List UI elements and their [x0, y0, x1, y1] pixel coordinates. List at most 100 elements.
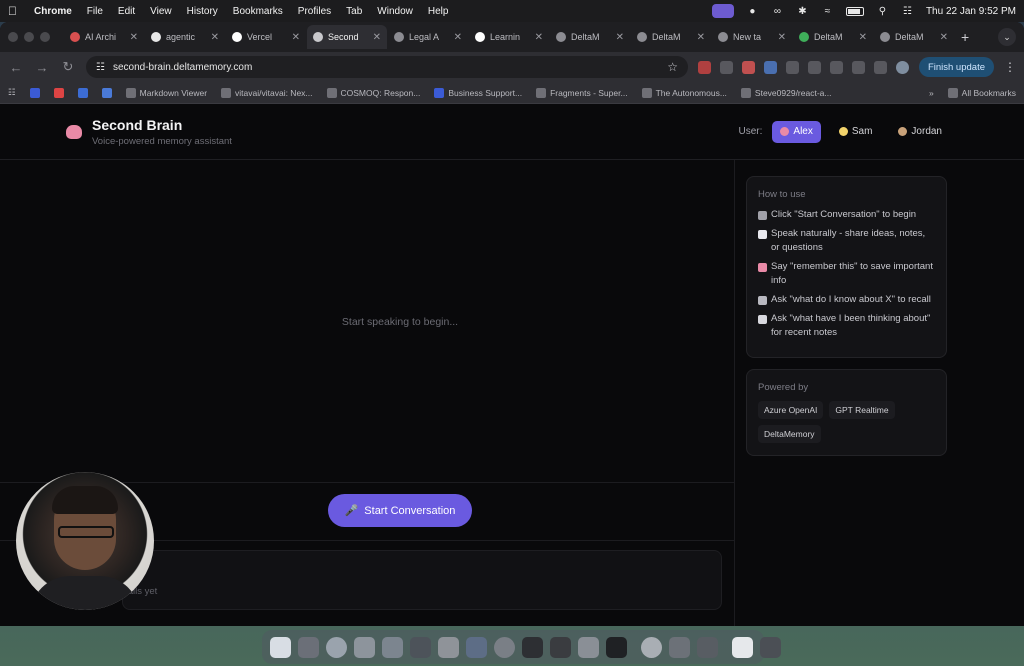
launchpad-icon[interactable]: [298, 636, 319, 658]
browser-tab[interactable]: Legal A ✕: [388, 25, 468, 49]
battery-icon[interactable]: [845, 6, 864, 16]
close-tab-icon[interactable]: ✕: [859, 32, 867, 43]
menu-edit[interactable]: Edit: [118, 6, 135, 17]
apps-grid-icon[interactable]: ☷: [8, 87, 16, 98]
user-button-jordan[interactable]: Jordan: [890, 121, 950, 143]
notes-icon[interactable]: [438, 636, 459, 658]
chrome-icon[interactable]: [641, 636, 662, 658]
browser-tab[interactable]: agentic ✕: [145, 25, 225, 49]
bookmark-item[interactable]: COSMOQ: Respon...: [326, 87, 420, 98]
safari-icon[interactable]: [326, 636, 347, 658]
back-icon[interactable]: ←: [8, 60, 24, 75]
more-bookmarks-icon[interactable]: »: [929, 88, 934, 98]
messages-icon[interactable]: [354, 636, 375, 658]
close-tab-icon[interactable]: ✕: [373, 32, 381, 43]
start-conversation-button[interactable]: 🎤 Start Conversation: [328, 494, 472, 527]
tab-search-icon[interactable]: ⌄: [998, 28, 1016, 46]
site-info-icon[interactable]: ☷: [96, 62, 105, 73]
browser-tab[interactable]: New ta ✕: [712, 25, 792, 49]
extension-icon[interactable]: [785, 60, 799, 74]
user-button-sam[interactable]: Sam: [831, 121, 881, 143]
close-tab-icon[interactable]: ✕: [292, 32, 300, 43]
extensions-puzzle-icon[interactable]: [873, 60, 887, 74]
bookmark-item[interactable]: Steve0929/react-a...: [740, 87, 831, 98]
spotlight-search-icon[interactable]: ⚲: [876, 6, 889, 17]
bookmark-gmail[interactable]: [53, 87, 64, 98]
close-tab-icon[interactable]: ✕: [697, 32, 705, 43]
browser-tab[interactable]: DeltaM ✕: [793, 25, 873, 49]
bluetooth-icon[interactable]: ✱: [796, 6, 809, 17]
bookmark-item[interactable]: Markdown Viewer: [125, 87, 207, 98]
close-tab-icon[interactable]: ✕: [211, 32, 219, 43]
menu-tab[interactable]: Tab: [346, 6, 362, 17]
reload-icon[interactable]: ↻: [60, 59, 76, 75]
profile-avatar-icon[interactable]: [895, 60, 909, 74]
settings-icon[interactable]: [494, 636, 515, 658]
extension-icon[interactable]: [807, 60, 821, 74]
menu-window[interactable]: Window: [377, 6, 413, 17]
url-text[interactable]: second-brain.deltamemory.com: [113, 62, 659, 73]
close-tab-icon[interactable]: ✕: [130, 32, 138, 43]
extension-icon[interactable]: [741, 60, 755, 74]
control-center-icon[interactable]: ☷: [901, 6, 914, 17]
screen-recording-icon[interactable]: [711, 4, 734, 18]
apple-menu-icon[interactable]: : [8, 5, 20, 17]
bookmark-item[interactable]: Fragments - Super...: [536, 87, 628, 98]
bookmark-facebook[interactable]: [29, 87, 40, 98]
browser-tab[interactable]: AI Archi ✕: [64, 25, 144, 49]
menu-bookmarks[interactable]: Bookmarks: [233, 6, 283, 17]
trash-icon[interactable]: [760, 636, 781, 658]
close-tab-icon[interactable]: ✕: [940, 32, 948, 43]
close-tab-icon[interactable]: ✕: [535, 32, 543, 43]
app-icon[interactable]: [669, 636, 690, 658]
forward-icon[interactable]: →: [34, 60, 50, 75]
reminders-icon[interactable]: [410, 636, 431, 658]
menu-bar-clock[interactable]: Thu 22 Jan 9:52 PM: [926, 6, 1016, 17]
document-icon[interactable]: [732, 636, 753, 658]
browser-tab[interactable]: DeltaM ✕: [550, 25, 630, 49]
browser-tab[interactable]: DeltaM ✕: [631, 25, 711, 49]
browser-tab-active[interactable]: Second ✕: [307, 25, 387, 49]
app-store-icon[interactable]: [466, 636, 487, 658]
link-icon[interactable]: ∞: [771, 6, 784, 17]
terminal-icon[interactable]: [606, 636, 627, 658]
browser-tab[interactable]: Learnin ✕: [469, 25, 549, 49]
extension-icon[interactable]: [719, 60, 733, 74]
bookmark-item[interactable]: vitavai/vitavai: Nex...: [221, 87, 313, 98]
bookmark-star-icon[interactable]: ☆: [667, 60, 678, 74]
menu-help[interactable]: Help: [428, 6, 449, 17]
maximize-window-button[interactable]: [40, 32, 50, 42]
bookmark-item[interactable]: Business Support...: [434, 87, 522, 98]
app-icon[interactable]: [697, 636, 718, 658]
bookmark-app[interactable]: [77, 87, 88, 98]
extension-icon[interactable]: [697, 60, 711, 74]
extension-icon[interactable]: [851, 60, 865, 74]
finish-update-button[interactable]: Finish update: [918, 57, 994, 77]
app-icon[interactable]: [578, 636, 599, 658]
more-menu-icon[interactable]: ⋮: [1004, 60, 1016, 74]
close-tab-icon[interactable]: ✕: [616, 32, 624, 43]
address-bar[interactable]: ☷ second-brain.deltamemory.com ☆: [86, 56, 688, 78]
app-icon[interactable]: [550, 636, 571, 658]
close-window-button[interactable]: [8, 32, 18, 42]
terminal-icon[interactable]: [522, 636, 543, 658]
extension-icon[interactable]: [829, 60, 843, 74]
minimize-window-button[interactable]: [24, 32, 34, 42]
browser-tab[interactable]: Vercel ✕: [226, 25, 306, 49]
finder-icon[interactable]: [270, 636, 291, 658]
new-tab-icon[interactable]: +: [961, 29, 969, 45]
user-button-alex[interactable]: Alex: [772, 120, 821, 143]
menu-app-name[interactable]: Chrome: [34, 6, 72, 17]
menu-history[interactable]: History: [187, 6, 218, 17]
wifi-icon[interactable]: ≈: [821, 6, 834, 17]
mail-icon[interactable]: [382, 636, 403, 658]
bookmark-item[interactable]: The Autonomous...: [641, 87, 727, 98]
menu-view[interactable]: View: [150, 6, 172, 17]
extension-icon[interactable]: [763, 60, 777, 74]
all-bookmarks-folder[interactable]: All Bookmarks: [947, 87, 1016, 98]
close-tab-icon[interactable]: ✕: [778, 32, 786, 43]
camera-icon[interactable]: ●: [746, 6, 759, 17]
browser-tab[interactable]: DeltaM ✕: [874, 25, 954, 49]
menu-file[interactable]: File: [87, 6, 103, 17]
bookmark-app[interactable]: [101, 87, 112, 98]
